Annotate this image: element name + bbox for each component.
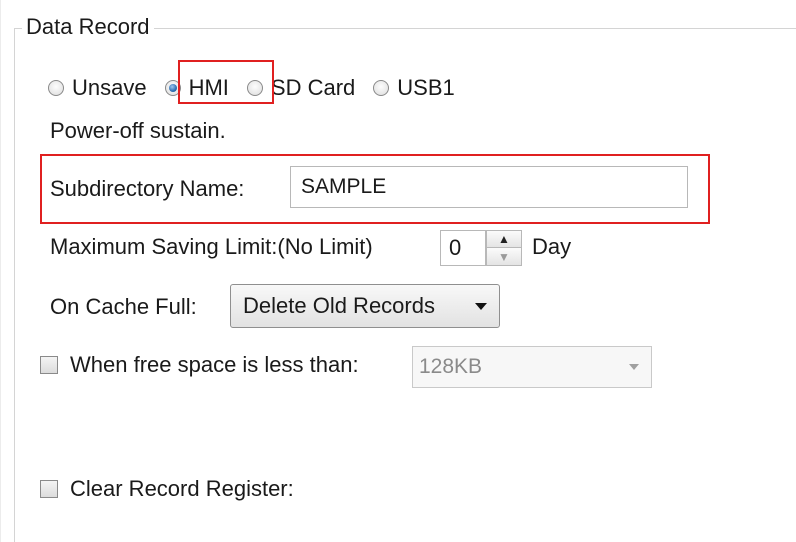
radio-button-icon[interactable] bbox=[373, 80, 390, 96]
free-space-value: 128KB bbox=[419, 355, 483, 378]
radio-unsave-label: Unsave bbox=[72, 75, 147, 100]
max-saving-limit-input[interactable]: 0 bbox=[440, 230, 486, 266]
subdirectory-name-input[interactable]: SAMPLE bbox=[290, 166, 688, 208]
clear-record-register-row: Clear Record Register: bbox=[40, 476, 294, 502]
cache-full-value: Delete Old Records bbox=[243, 293, 435, 318]
radio-unsave[interactable]: Unsave bbox=[48, 75, 147, 101]
left-edge-divider bbox=[0, 0, 1, 542]
radio-button-icon[interactable] bbox=[48, 80, 64, 96]
radio-usb1[interactable]: USB1 bbox=[373, 75, 455, 101]
arrow-up-icon[interactable]: ▲ bbox=[487, 231, 521, 248]
hmi-highlight-box bbox=[178, 60, 274, 104]
free-space-label: When free space is less than: bbox=[70, 352, 359, 377]
chevron-down-icon bbox=[475, 302, 487, 310]
clear-record-register-checkbox[interactable] bbox=[40, 480, 58, 498]
max-saving-limit-stepper: ▲ ▼ bbox=[486, 230, 522, 266]
groupbox-border-left bbox=[14, 28, 15, 542]
storage-note: Power-off sustain. bbox=[50, 118, 226, 143]
groupbox-title: Data Record bbox=[22, 12, 154, 42]
subdirectory-label: Subdirectory Name: bbox=[50, 176, 245, 201]
subdirectory-name-value: SAMPLE bbox=[301, 175, 387, 198]
radio-usb1-label: USB1 bbox=[397, 75, 455, 100]
max-saving-unit-label: Day bbox=[532, 234, 572, 259]
max-saving-limit-label: Maximum Saving Limit:(No Limit) bbox=[50, 234, 373, 259]
arrow-down-icon[interactable]: ▼ bbox=[487, 248, 521, 265]
cache-full-label: On Cache Full: bbox=[50, 294, 197, 319]
cache-full-dropdown[interactable]: Delete Old Records bbox=[230, 284, 500, 328]
chevron-down-icon bbox=[629, 364, 639, 370]
max-saving-limit-value: 0 bbox=[449, 235, 462, 260]
free-space-dropdown[interactable]: 128KB bbox=[412, 346, 652, 388]
clear-record-register-label: Clear Record Register: bbox=[70, 476, 294, 501]
radio-sd-card-label: SD Card bbox=[270, 75, 356, 100]
free-space-row: When free space is less than: bbox=[40, 352, 359, 378]
free-space-checkbox[interactable] bbox=[40, 356, 58, 374]
